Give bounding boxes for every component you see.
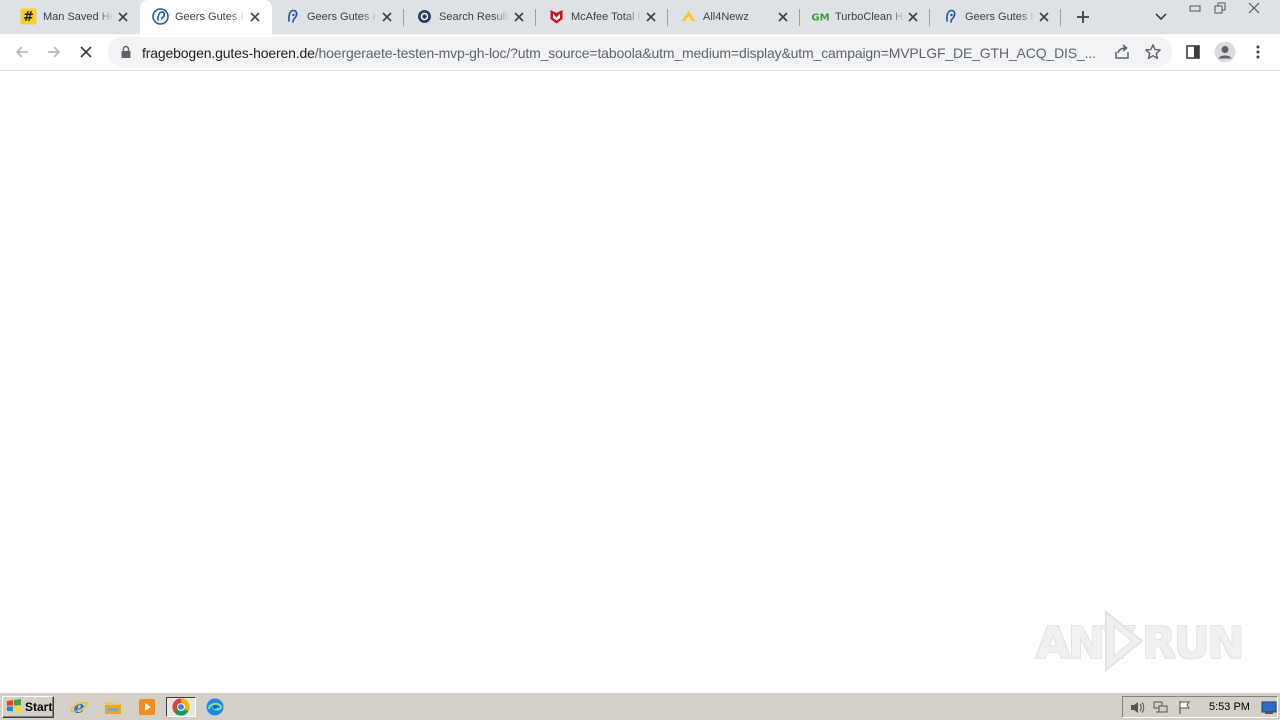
start-button[interactable]: Start: [2, 696, 54, 718]
side-panel-icon[interactable]: [1180, 39, 1206, 65]
share-icon[interactable]: [1112, 43, 1132, 61]
svg-text:#: #: [23, 10, 34, 25]
news-icon: [680, 8, 697, 25]
edge-icon[interactable]: [204, 697, 226, 717]
close-icon[interactable]: [512, 10, 526, 24]
stop-loading-icon[interactable]: [73, 39, 99, 65]
anyrun-watermark: ANY RUN: [1036, 608, 1244, 674]
mcafee-icon: [548, 8, 565, 25]
tab-title: Geers Gutes H: [965, 11, 1035, 23]
clock: 5:53 PM: [1209, 701, 1250, 713]
forward-arrow-icon[interactable]: [41, 39, 67, 65]
tab-geers-active[interactable]: Geers Gutes H: [140, 0, 272, 34]
start-label: Start: [25, 700, 53, 714]
show-desktop-icon[interactable]: [1261, 700, 1277, 715]
tab-mcafee[interactable]: McAfee Total P: [536, 0, 668, 34]
close-icon[interactable]: [776, 10, 790, 24]
gm-icon: GM: [812, 8, 829, 25]
internet-explorer-icon[interactable]: e: [68, 697, 90, 717]
tab-title: TurboClean Ha: [835, 11, 905, 23]
flag-icon[interactable]: [1177, 700, 1193, 715]
play-triangle-icon: [1105, 609, 1144, 673]
bookmark-star-icon[interactable]: [1144, 43, 1164, 61]
tab-search-chevron-down-icon[interactable]: [1151, 8, 1171, 26]
tab-turboclean[interactable]: GM TurboClean Ha: [800, 0, 930, 34]
chrome-icon[interactable]: [166, 697, 196, 717]
tab-title: McAfee Total P: [571, 11, 641, 23]
taskbar: Start e 5:53 PM: [0, 692, 1280, 720]
ear-icon: [284, 8, 301, 25]
close-window-icon[interactable]: [1243, 0, 1265, 16]
new-tab-plus-icon[interactable]: [1072, 6, 1094, 28]
tab-strip: # Man Saved He Geers Gutes H Geers Gutes…: [0, 0, 1280, 34]
close-icon[interactable]: [116, 10, 130, 24]
restore-icon[interactable]: [1209, 0, 1231, 16]
close-icon[interactable]: [644, 10, 658, 24]
system-tray: 5:53 PM: [1122, 696, 1278, 718]
svg-text:e: e: [74, 698, 85, 716]
tab-geers-3[interactable]: Geers Gutes H: [930, 0, 1061, 34]
tab-title: All4Newz: [703, 11, 749, 23]
browser-toolbar: fragebogen.gutes-hoeren.de/hoergeraete-t…: [0, 34, 1280, 71]
close-icon[interactable]: [380, 10, 394, 24]
close-icon[interactable]: [906, 10, 920, 24]
page-viewport: [0, 72, 1280, 692]
minimize-icon[interactable]: [1184, 0, 1206, 16]
close-icon[interactable]: [1037, 10, 1051, 24]
tab-title: Man Saved He: [43, 11, 113, 23]
tab-man-saved[interactable]: # Man Saved He: [8, 0, 140, 34]
svg-text:GM: GM: [812, 13, 829, 24]
tab-title: Geers Gutes H: [175, 11, 245, 23]
tab-search-results[interactable]: Search Results: [404, 0, 536, 34]
lock-icon[interactable]: [120, 45, 132, 59]
close-icon[interactable]: [248, 10, 262, 24]
menu-kebab-icon[interactable]: [1245, 39, 1271, 65]
tab-separator: [1060, 9, 1061, 26]
ear-icon: [942, 8, 959, 25]
hashtag-icon: #: [20, 8, 37, 25]
profile-avatar-icon[interactable]: [1212, 39, 1238, 65]
tab-all4newz[interactable]: All4Newz: [668, 0, 800, 34]
network-icon[interactable]: [1153, 700, 1169, 715]
media-player-icon[interactable]: [136, 697, 158, 717]
tab-geers-2[interactable]: Geers Gutes H: [272, 0, 404, 34]
url-text[interactable]: fragebogen.gutes-hoeren.de/hoergeraete-t…: [142, 45, 1104, 61]
tab-title: Geers Gutes H: [307, 11, 377, 23]
address-bar[interactable]: fragebogen.gutes-hoeren.de/hoergeraete-t…: [108, 37, 1172, 67]
screen: # Man Saved He Geers Gutes H Geers Gutes…: [0, 0, 1280, 720]
volume-icon[interactable]: [1129, 700, 1145, 715]
ear-icon: [152, 8, 169, 25]
back-arrow-icon[interactable]: [9, 39, 35, 65]
url-host: fragebogen.gutes-hoeren.de: [142, 45, 315, 61]
file-explorer-icon[interactable]: [102, 697, 124, 717]
url-path: /hoergeraete-testen-mvp-gh-loc/?utm_sour…: [314, 45, 1096, 61]
tab-title: Search Results: [439, 11, 509, 23]
windows-logo-icon: [6, 698, 22, 716]
watermark-text-right: RUN: [1142, 618, 1244, 669]
search-results-icon: [416, 8, 433, 25]
